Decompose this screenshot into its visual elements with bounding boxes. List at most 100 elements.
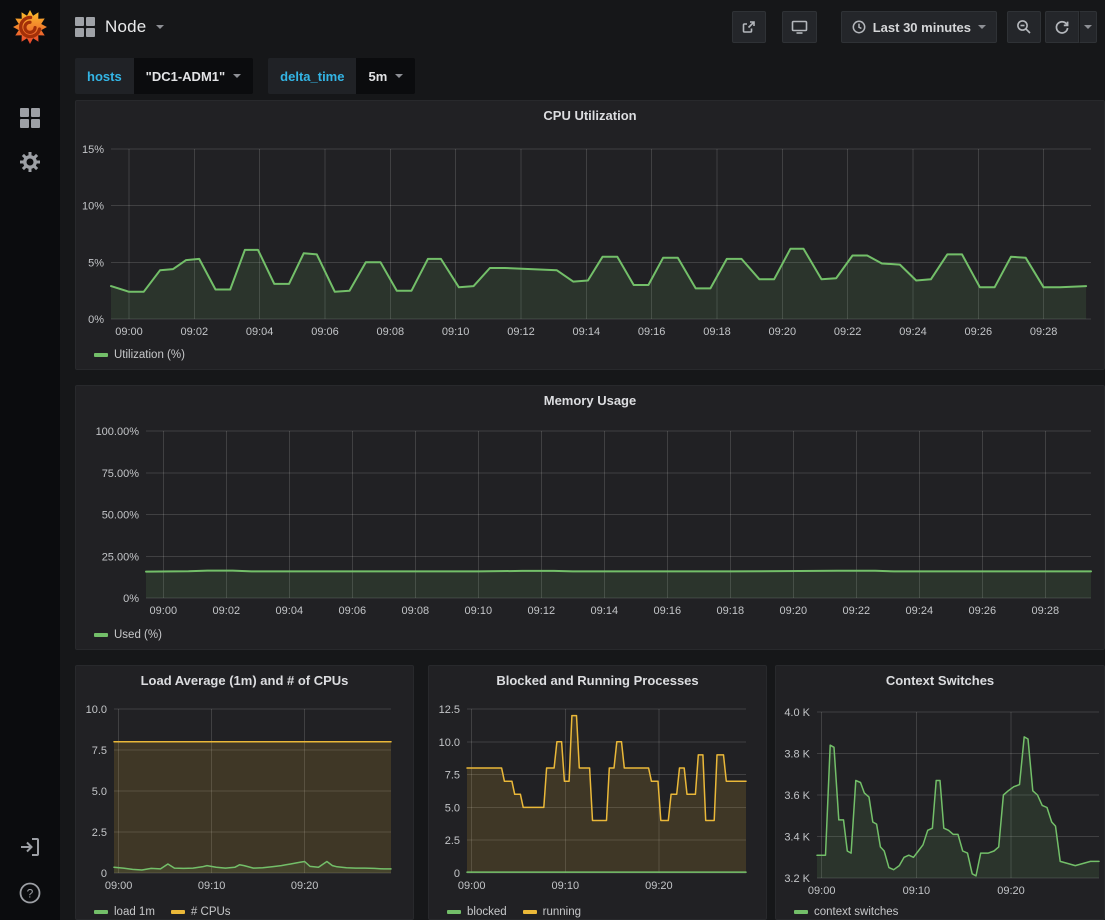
legend: Used (%) (94, 629, 162, 641)
clock-icon (852, 20, 866, 34)
svg-text:09:24: 09:24 (906, 605, 934, 617)
panel-title[interactable]: Blocked and Running Processes (429, 673, 766, 688)
dashboard-grid-icon[interactable] (75, 17, 95, 37)
chevron-down-icon[interactable] (156, 25, 164, 29)
svg-text:2.5: 2.5 (445, 835, 460, 847)
svg-text:15%: 15% (82, 144, 104, 156)
svg-text:09:10: 09:10 (903, 885, 931, 897)
panel-title[interactable]: Load Average (1m) and # of CPUs (76, 673, 413, 688)
svg-text:09:28: 09:28 (1032, 605, 1060, 617)
chevron-down-icon (233, 74, 241, 78)
legend-swatch (94, 910, 108, 914)
svg-text:50.00%: 50.00% (102, 510, 140, 522)
svg-text:0: 0 (454, 868, 460, 880)
svg-text:09:04: 09:04 (246, 326, 274, 338)
memory-chart[interactable]: 09:0009:0209:0409:0609:0809:1009:1209:14… (76, 414, 1105, 626)
legend-item[interactable]: blocked (447, 906, 507, 918)
variable-delta-time-value[interactable]: 5m (356, 58, 415, 94)
legend-item[interactable]: Utilization (%) (94, 349, 185, 361)
variable-delta-time: delta_time 5m (268, 58, 415, 94)
gear-icon[interactable] (0, 150, 60, 174)
context-switches-chart[interactable]: 09:0009:1009:203.2 K3.4 K3.6 K3.8 K4.0 K (776, 694, 1105, 892)
zoom-out-button[interactable] (1007, 11, 1041, 43)
legend-item[interactable]: load 1m (94, 906, 155, 918)
sign-in-icon[interactable] (0, 836, 60, 858)
svg-text:5%: 5% (88, 257, 104, 269)
legend-label: # CPUs (191, 906, 231, 918)
processes-chart[interactable]: 09:0009:1009:2002.55.07.510.012.5 (429, 694, 768, 892)
panel-cpu-utilization: CPU Utilization 09:0009:0209:0409:0609:0… (75, 100, 1105, 370)
legend-label: context switches (814, 906, 898, 918)
svg-text:10.0: 10.0 (439, 737, 460, 749)
legend-item[interactable]: Used (%) (94, 629, 162, 641)
svg-text:09:00: 09:00 (458, 880, 486, 892)
panel-title[interactable]: Memory Usage (76, 393, 1104, 408)
panel-load-average: Load Average (1m) and # of CPUs 09:00 09:… (75, 665, 414, 920)
legend-label: Utilization (%) (114, 349, 185, 361)
svg-text:09:12: 09:12 (507, 326, 535, 338)
panel-title[interactable]: CPU Utilization (76, 108, 1104, 123)
legend-item[interactable]: running (523, 906, 581, 918)
refresh-caret-icon (1084, 25, 1092, 29)
svg-text:09:16: 09:16 (654, 605, 682, 617)
dashboards-icon[interactable] (0, 107, 60, 129)
variable-hosts-label: hosts (75, 58, 134, 94)
legend-label: Used (%) (114, 629, 162, 641)
svg-text:09:20: 09:20 (997, 885, 1025, 897)
template-variables-row: hosts "DC1-ADM1" delta_time 5m (75, 58, 415, 94)
svg-text:5.0: 5.0 (92, 786, 107, 798)
navbar-actions: Last 30 minutes (732, 11, 1097, 43)
svg-text:10%: 10% (82, 201, 104, 213)
svg-text:12.5: 12.5 (439, 704, 460, 716)
legend: context switches (794, 906, 898, 918)
svg-text:25.00%: 25.00% (102, 551, 140, 563)
svg-text:09:26: 09:26 (969, 605, 997, 617)
legend-item[interactable]: context switches (794, 906, 898, 918)
top-navbar: Node Last 30 minutes (60, 0, 1105, 53)
svg-text:75.00%: 75.00% (102, 468, 140, 480)
svg-text:09:00: 09:00 (105, 880, 133, 892)
svg-text:3.6 K: 3.6 K (784, 790, 810, 802)
legend: load 1m # CPUs (94, 906, 231, 918)
legend-item[interactable]: # CPUs (171, 906, 231, 918)
grafana-dashboard: { "header": { "title": "Node", "time_ran… (0, 0, 1105, 920)
tv-mode-button[interactable] (782, 11, 817, 43)
variable-hosts-value[interactable]: "DC1-ADM1" (134, 58, 254, 94)
grafana-logo[interactable] (0, 8, 60, 46)
legend-swatch (94, 633, 108, 637)
panel-title[interactable]: Context Switches (776, 673, 1104, 688)
svg-text:09:22: 09:22 (834, 326, 862, 338)
svg-text:09:24: 09:24 (899, 326, 927, 338)
svg-text:4.0 K: 4.0 K (784, 707, 810, 719)
svg-text:09:18: 09:18 (717, 605, 745, 617)
svg-text:09:00: 09:00 (808, 885, 836, 897)
refresh-interval-dropdown[interactable] (1079, 11, 1097, 43)
svg-text:09:14: 09:14 (591, 605, 619, 617)
time-range-label: Last 30 minutes (873, 20, 971, 35)
load-chart[interactable]: 09:0009:1009:2002.55.07.510.0 (76, 694, 415, 892)
chevron-down-icon (395, 74, 403, 78)
svg-text:0%: 0% (123, 593, 139, 605)
refresh-button[interactable] (1045, 11, 1079, 43)
svg-text:09:26: 09:26 (965, 326, 993, 338)
svg-text:09:02: 09:02 (181, 326, 209, 338)
legend: blocked running (447, 906, 581, 918)
svg-text:09:20: 09:20 (780, 605, 808, 617)
svg-text:09:20: 09:20 (291, 880, 319, 892)
time-range-picker[interactable]: Last 30 minutes (841, 11, 997, 43)
refresh-button-group (1045, 11, 1097, 43)
help-icon[interactable]: ? (0, 881, 60, 905)
panel-memory-usage: Memory Usage 09:0009:0209:0409:0609:0809… (75, 385, 1105, 650)
svg-text:09:10: 09:10 (198, 880, 226, 892)
svg-text:09:00: 09:00 (150, 605, 178, 617)
svg-text:09:22: 09:22 (843, 605, 871, 617)
share-button[interactable] (732, 11, 766, 43)
cpu-chart[interactable]: 09:0009:0209:0409:0609:0809:1009:1209:14… (76, 129, 1105, 347)
svg-text:09:28: 09:28 (1030, 326, 1058, 338)
svg-text:3.4 K: 3.4 K (784, 832, 810, 844)
dashboard-title[interactable]: Node (105, 17, 146, 37)
svg-text:7.5: 7.5 (92, 745, 107, 757)
svg-text:09:06: 09:06 (311, 326, 339, 338)
sidebar: ? (0, 0, 60, 920)
panel-context-switches: Context Switches 09:0009:1009:203.2 K3.4… (775, 665, 1105, 920)
